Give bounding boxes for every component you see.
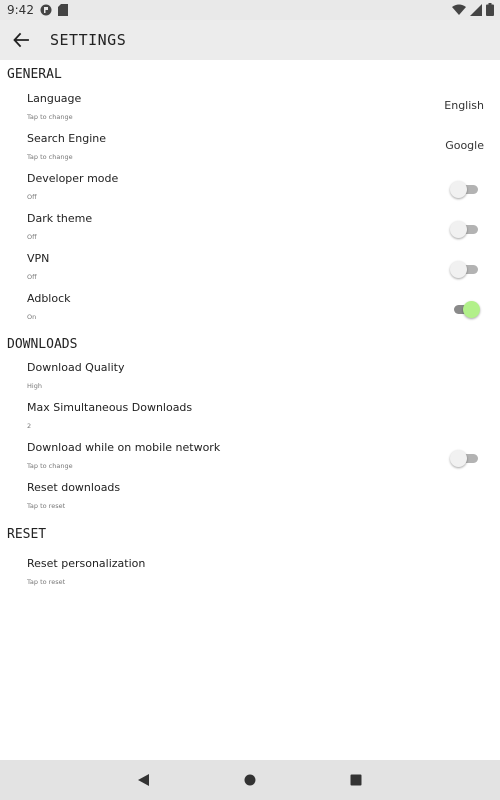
setting-title: Download Quality: [27, 361, 125, 374]
toggle-thumb: [450, 221, 467, 238]
notification-app-icon: [40, 4, 52, 16]
setting-value: English: [444, 99, 484, 112]
status-time: 9:42: [7, 3, 34, 17]
battery-icon: [486, 3, 494, 19]
dark-theme-toggle[interactable]: [450, 219, 480, 239]
toggle-thumb: [450, 450, 467, 467]
setting-subtitle: Tap to change: [27, 113, 73, 121]
nav-recents-button[interactable]: [348, 772, 364, 788]
setting-max-simultaneous-downloads[interactable]: Max Simultaneous Downloads 2: [27, 399, 500, 439]
setting-title: Reset downloads: [27, 481, 121, 494]
setting-value: Google: [445, 139, 484, 152]
nav-home-button[interactable]: [242, 772, 258, 788]
setting-title: Search Engine: [27, 132, 106, 145]
setting-subtitle: Tap to reset: [27, 502, 66, 510]
setting-title: Dark theme: [27, 212, 93, 225]
setting-subtitle: Tap to change: [27, 153, 73, 161]
setting-developer-mode[interactable]: Developer mode Off: [27, 170, 500, 210]
square-recents-icon: [350, 774, 362, 786]
setting-title: Max Simultaneous Downloads: [27, 401, 193, 414]
vpn-toggle[interactable]: [450, 259, 480, 279]
arrow-left-icon: [13, 32, 29, 48]
triangle-back-icon: [138, 774, 149, 786]
setting-vpn[interactable]: VPN Off: [27, 250, 500, 290]
adblock-toggle[interactable]: [450, 299, 480, 319]
toggle-thumb: [450, 181, 467, 198]
section-header-downloads: DOWNLOADS: [7, 337, 78, 352]
setting-search-engine[interactable]: Search Engine Tap to change Google: [27, 130, 500, 170]
section-header-reset: RESET: [7, 527, 47, 542]
nav-back-button[interactable]: [136, 772, 152, 788]
setting-title: VPN: [27, 252, 50, 265]
signal-icon: [470, 3, 482, 19]
status-bar: 9:42: [0, 0, 500, 20]
toggle-thumb: [450, 261, 467, 278]
setting-title: Adblock: [27, 292, 71, 305]
sd-card-icon: [57, 4, 68, 16]
setting-title: Language: [27, 92, 82, 105]
wifi-icon: [452, 4, 466, 19]
setting-subtitle: Off: [27, 233, 37, 241]
setting-subtitle: 2: [27, 422, 32, 430]
setting-reset-personalization[interactable]: Reset personalization Tap to reset: [27, 555, 500, 595]
setting-title: Download while on mobile network: [27, 441, 221, 454]
app-bar: SETTINGS: [0, 20, 500, 60]
toggle-thumb: [463, 301, 480, 318]
setting-download-quality[interactable]: Download Quality High: [27, 359, 500, 399]
setting-title: Reset personalization: [27, 557, 146, 570]
setting-subtitle: Off: [27, 193, 37, 201]
setting-adblock[interactable]: Adblock On: [27, 290, 500, 330]
section-header-general: GENERAL: [7, 67, 62, 82]
setting-language[interactable]: Language Tap to change English: [27, 90, 500, 130]
setting-title: Developer mode: [27, 172, 119, 185]
setting-reset-downloads[interactable]: Reset downloads Tap to reset: [27, 479, 500, 519]
system-nav-bar: [0, 760, 500, 800]
setting-subtitle: On: [27, 313, 37, 321]
back-button[interactable]: [11, 30, 31, 50]
circle-home-icon: [244, 774, 256, 786]
setting-subtitle: Tap to reset: [27, 578, 66, 586]
setting-dark-theme[interactable]: Dark theme Off: [27, 210, 500, 250]
mobile-network-toggle[interactable]: [450, 448, 480, 468]
setting-download-mobile-network[interactable]: Download while on mobile network Tap to …: [27, 439, 500, 479]
setting-subtitle: High: [27, 382, 42, 390]
developer-mode-toggle[interactable]: [450, 179, 480, 199]
page-title: SETTINGS: [50, 31, 127, 49]
setting-subtitle: Tap to change: [27, 462, 73, 470]
setting-subtitle: Off: [27, 273, 37, 281]
settings-list: GENERAL Language Tap to change English S…: [0, 60, 500, 595]
